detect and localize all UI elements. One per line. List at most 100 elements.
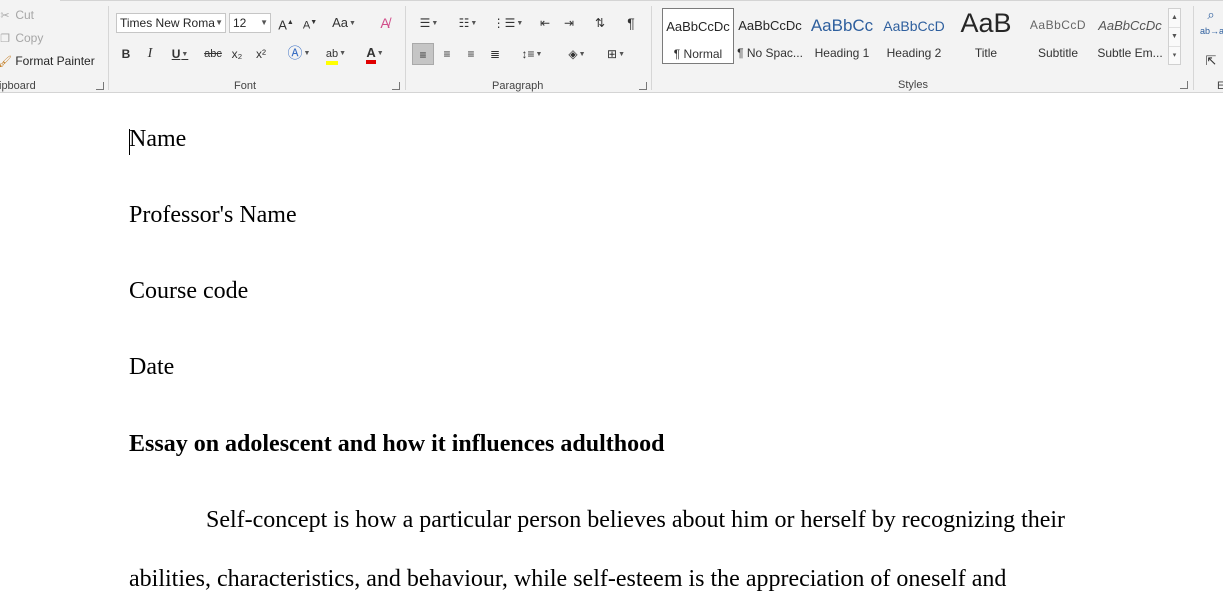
shrink-font-button[interactable]: A▼ [300,12,320,34]
style-name: Subtle Em... [1097,46,1163,60]
decrease-indent-button[interactable]: ⇤ [535,12,555,34]
style-title[interactable]: AaB Title [950,8,1022,64]
editing-group: ⌕ ab→ac ⇱ E [1194,0,1223,93]
numbering-button[interactable]: ☷▼ [452,12,484,34]
highlight-color-button[interactable]: ab▼ [321,42,351,65]
superscript-button[interactable]: x² [252,43,270,65]
bold-button[interactable]: B [117,43,135,65]
bullets-button[interactable]: ☰▼ [413,12,445,34]
decrease-indent-icon: ⇤ [539,16,551,30]
more-styles-icon[interactable]: ▾ [1169,47,1180,65]
document-line: Self-concept is how a particular person … [206,507,1066,533]
style-subtitle[interactable]: AaBbCcD Subtitle [1022,8,1094,64]
highlighter-icon: ab [325,47,339,65]
strikethrough-button[interactable]: abc [202,43,224,65]
replace-icon: ab→ac [1200,26,1223,36]
style-heading-2[interactable]: AaBbCcD Heading 2 [878,8,950,64]
document-line: Professor's Name [129,202,297,228]
bold-icon: B [121,47,131,61]
replace-button[interactable]: ab→ac [1200,26,1223,48]
style-name: Heading 1 [814,46,870,60]
align-left-icon: ≡ [419,48,427,62]
text-effects-icon: Ⓐ [287,45,303,62]
scroll-up-icon[interactable]: ▲ [1169,9,1180,28]
styles-gallery-scroll[interactable]: ▲ ▼ ▾ [1168,8,1181,65]
clipboard-group-label: ipboard [0,80,36,92]
text-effects-button[interactable]: Ⓐ▼ [284,43,314,65]
style-sample: AaBbCcD [1029,18,1087,32]
change-case-button[interactable]: Aa▼ [328,12,360,34]
borders-icon: ⊞ [607,47,618,61]
italic-icon: I [147,46,153,61]
group-separator [651,6,652,90]
line-spacing-button[interactable]: ↕≡▼ [516,43,548,65]
clear-formatting-button[interactable]: A̸ [375,12,395,34]
font-dialog-launcher-icon[interactable] [392,82,400,90]
copy-button[interactable]: ❐ Copy [0,31,43,45]
align-right-button[interactable]: ≡ [460,43,482,65]
style-sample: AaBbCcD [883,18,945,34]
text-cursor [129,129,130,155]
style-sample: AaBbCcDc [738,18,802,33]
bullets-icon: ☰ [419,16,431,30]
scroll-down-icon[interactable]: ▼ [1169,28,1180,47]
style-name: Title [974,46,998,60]
find-button[interactable]: ⌕ [1202,4,1220,26]
copy-icon: ❐ [0,33,10,45]
increase-indent-icon: ⇥ [563,16,575,30]
cut-label: Cut [15,8,35,22]
borders-button[interactable]: ⊞▼ [600,43,632,65]
show-formatting-button[interactable]: ¶ [621,12,641,34]
multilevel-list-button[interactable]: ⋮☰▼ [491,12,525,34]
underline-button[interactable]: U▼ [165,43,195,65]
copy-label: Copy [15,31,44,45]
scissors-icon: ✂ [0,10,10,22]
styles-group-label: Styles [898,79,928,91]
style-heading-1[interactable]: AaBbCc Heading 1 [806,8,878,64]
grow-font-icon: A [278,17,287,33]
font-name-combo[interactable]: Times New Roma ▼ [116,13,226,33]
style-subtle-emphasis[interactable]: AaBbCcDc Subtle Em... [1094,8,1166,64]
grow-font-button[interactable]: A▲ [276,12,296,34]
style-normal[interactable]: AaBbCcDc ¶ Normal [662,8,734,64]
style-sample: AaBbCcDc [666,19,730,34]
superscript-icon: x² [256,47,266,61]
shading-button[interactable]: ◈▼ [561,43,593,65]
style-name: Subtitle [1037,46,1079,60]
strikethrough-icon: abc [204,48,222,60]
chevron-down-icon: ▼ [260,18,268,27]
align-center-icon: ≡ [443,47,451,61]
font-color-button[interactable]: A▼ [360,42,390,64]
justify-button[interactable]: ≣ [484,43,506,65]
multilevel-list-icon: ⋮☰ [492,16,516,30]
format-painter-button[interactable]: 🖌 Format Painter [0,54,95,68]
document-page[interactable]: Name Professor's Name Course code Date E… [0,94,1223,605]
eraser-icon: A̸ [380,15,390,31]
pilcrow-icon: ¶ [627,15,635,31]
font-size-value: 12 [233,16,247,30]
document-line: Name [129,126,187,152]
paragraph-dialog-launcher-icon[interactable] [639,82,647,90]
cut-button[interactable]: ✂ Cut [0,8,34,22]
increase-indent-button[interactable]: ⇥ [559,12,579,34]
subscript-button[interactable]: x₂ [228,43,246,65]
style-sample: AaB [960,8,1012,38]
line-spacing-icon: ↕≡ [521,47,535,61]
styles-gallery: AaBbCcDc ¶ Normal AaBbCcDc ¶ No Spac... … [661,8,1170,65]
numbering-icon: ☷ [458,16,470,30]
font-color-icon: A [366,46,376,64]
style-name: ¶ No Spac... [737,46,803,60]
subscript-icon: x₂ [231,47,243,61]
clipboard-dialog-launcher-icon[interactable] [96,82,104,90]
styles-dialog-launcher-icon[interactable] [1180,81,1188,89]
underline-icon: U [171,47,181,61]
style-no-spacing[interactable]: AaBbCcDc ¶ No Spac... [734,8,806,64]
justify-icon: ≣ [489,47,501,61]
font-size-combo[interactable]: 12 ▼ [229,13,271,33]
sort-button[interactable]: ⇅ [590,12,610,34]
align-left-button[interactable]: ≡ [412,43,434,65]
select-button[interactable]: ⇱ [1202,50,1220,72]
align-right-icon: ≡ [467,47,475,61]
align-center-button[interactable]: ≡ [436,43,458,65]
italic-button[interactable]: I [141,43,159,65]
